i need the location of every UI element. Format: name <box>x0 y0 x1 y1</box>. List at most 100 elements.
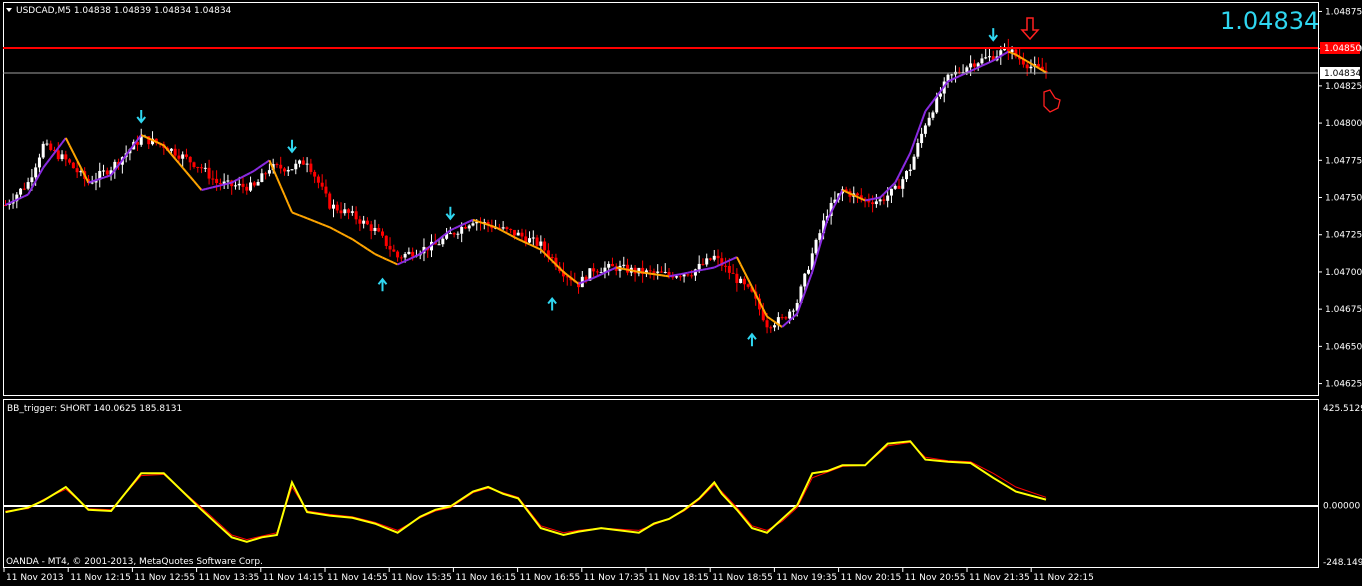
ma-segment <box>189 176 195 182</box>
ma-segment <box>389 260 395 264</box>
ma-segment <box>302 215 308 220</box>
candle-body <box>177 155 181 159</box>
ma-segment <box>208 186 214 190</box>
candle-body <box>712 255 716 260</box>
candle-body <box>682 274 686 277</box>
candle-body <box>871 202 875 205</box>
ma-segment <box>608 268 613 272</box>
ma-segment <box>276 177 282 187</box>
ma-segment <box>589 276 594 281</box>
candle-body <box>788 311 792 319</box>
ma-segment <box>178 162 184 169</box>
price-tick-label: 1.04675 <box>1325 305 1362 315</box>
candle-body <box>396 251 400 258</box>
time-tick-label: 11 Nov 20:15 <box>841 573 902 583</box>
ma-segment <box>958 73 964 78</box>
ma-segment <box>64 137 71 146</box>
ma-segment <box>661 274 666 277</box>
ma-segment <box>872 197 877 200</box>
candle-body <box>509 228 513 230</box>
ma-segment <box>457 224 463 228</box>
candle-body <box>249 182 253 191</box>
indicator-tick-label: 425.5129 <box>1323 404 1362 414</box>
ma-segment <box>890 181 896 188</box>
ma-segment <box>336 230 342 235</box>
ma-segment <box>687 270 692 274</box>
ma-segment <box>483 222 489 226</box>
candle-body <box>260 173 264 183</box>
price-tick-label: 1.04625 <box>1325 380 1362 390</box>
ma-segment <box>72 152 79 161</box>
candle-body <box>1029 66 1033 69</box>
ma-segment <box>574 280 580 285</box>
ma-segment <box>695 269 700 273</box>
ma-segment <box>928 100 934 107</box>
ma-segment <box>1015 53 1021 58</box>
candle-body <box>595 271 599 273</box>
dropdown-triangle-icon[interactable] <box>6 8 12 12</box>
candle-body <box>275 164 279 166</box>
candle-body <box>659 271 663 273</box>
ma-segment <box>351 238 357 243</box>
ma-segment <box>103 175 108 179</box>
ma-segment <box>585 278 591 282</box>
candle-body <box>441 238 445 245</box>
candle-body <box>403 253 407 258</box>
ma-segment <box>913 131 919 143</box>
ma-segment <box>174 158 180 164</box>
ma-segment <box>279 185 286 196</box>
ma-segment <box>299 214 304 218</box>
candle-body <box>298 160 302 164</box>
ma-segment <box>970 68 975 72</box>
ma-segment <box>634 270 640 273</box>
candle-body <box>45 143 49 145</box>
candle-body <box>980 58 984 64</box>
ma-segment <box>619 267 624 270</box>
ma-segment <box>650 272 655 276</box>
candle-body <box>22 188 26 190</box>
ma-segment <box>212 185 217 189</box>
candle-body <box>592 268 596 272</box>
ma-segment <box>864 198 870 202</box>
ma-segment <box>42 162 48 169</box>
ma-segment <box>404 258 410 262</box>
candle-body <box>313 171 317 177</box>
candle-body <box>505 227 509 229</box>
candle-body <box>30 177 34 183</box>
ma-segment <box>76 159 82 169</box>
ma-segment <box>638 270 643 274</box>
ma-segment <box>261 162 267 167</box>
ma-segment <box>246 171 252 176</box>
candle-body <box>60 154 64 160</box>
ma-segment <box>672 273 677 277</box>
time-tick-label: 11 Nov 19:35 <box>776 573 837 583</box>
ma-segment <box>698 268 704 272</box>
candle-body <box>516 232 520 236</box>
ma-segment <box>95 177 101 182</box>
price-tick-label: 1.04800 <box>1325 119 1362 129</box>
candle-body <box>305 163 309 165</box>
ma-segment <box>517 238 523 242</box>
candle-body <box>727 265 731 273</box>
price-tick-label: 1.04775 <box>1325 156 1362 166</box>
ma-segment <box>340 232 346 237</box>
candle-body <box>347 209 351 213</box>
ma-segment <box>465 220 470 225</box>
ma-segment <box>883 189 889 195</box>
ma-segment <box>1011 52 1017 56</box>
candle-body <box>874 201 878 205</box>
candle-body <box>448 233 452 235</box>
candle-body <box>701 263 705 265</box>
ma-segment <box>581 279 587 284</box>
ma-segment <box>295 212 300 217</box>
candle-body <box>969 63 973 68</box>
candle-body <box>399 257 403 259</box>
time-tick-label: 11 Nov 14:55 <box>327 573 388 583</box>
ma-segment <box>20 195 25 199</box>
candle-body <box>200 167 204 169</box>
candle-body <box>362 220 366 224</box>
ma-segment <box>197 184 203 191</box>
ma-segment <box>366 248 372 253</box>
ma-segment <box>201 188 206 192</box>
candle-body <box>920 133 924 144</box>
